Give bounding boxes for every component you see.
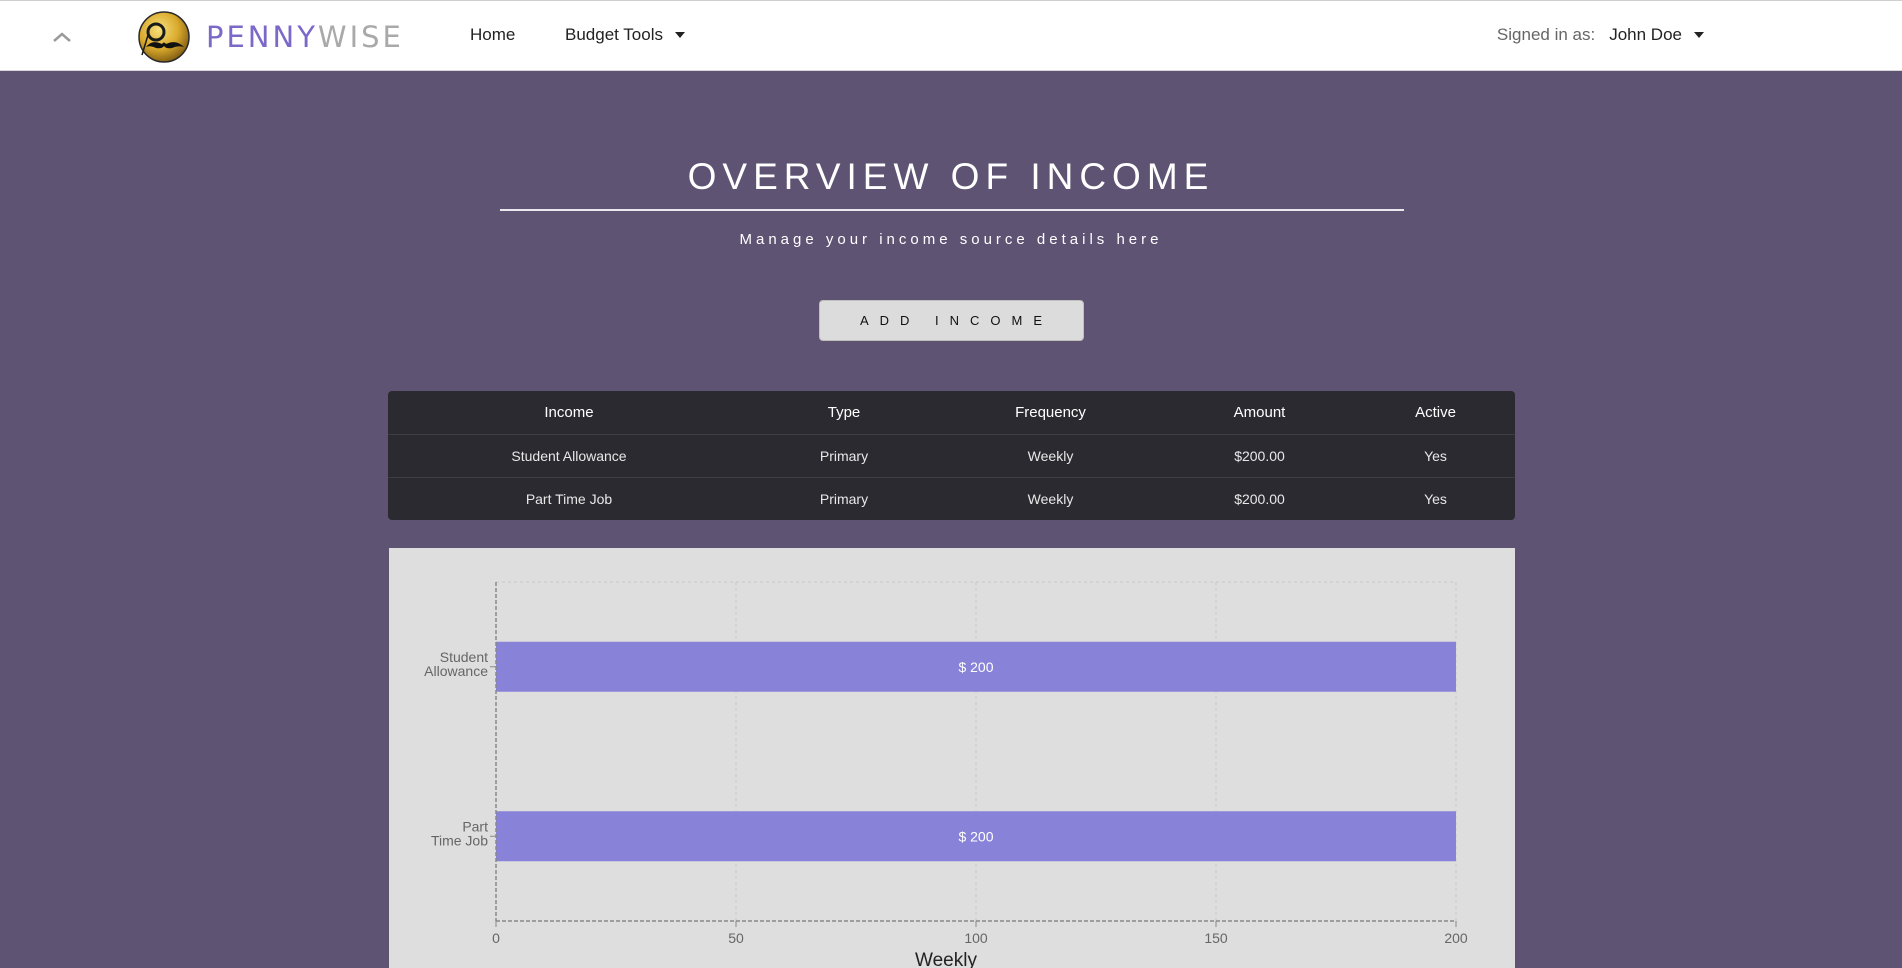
table-row[interactable]: Part Time Job Primary Weekly $200.00 Yes <box>388 477 1515 520</box>
income-table: Income Type Frequency Amount Active Stud… <box>388 391 1515 520</box>
cell-amount: $200.00 <box>1234 447 1285 464</box>
brand-name: PENNYWISE <box>206 20 404 54</box>
user-name: John Doe <box>1609 25 1682 44</box>
cell-active: Yes <box>1424 490 1447 507</box>
y-tick-label: Allowance <box>424 663 488 679</box>
cell-type: Primary <box>819 490 869 507</box>
column-header-active[interactable]: Active <box>1356 391 1515 434</box>
cell-frequency: Weekly <box>1027 447 1074 464</box>
signed-in-area: Signed in as: John Doe <box>1497 25 1704 45</box>
user-menu-dropdown[interactable]: John Doe <box>1609 25 1704 45</box>
top-navbar: PENNYWISE Home Budget Tools Signed in as… <box>0 0 1902 71</box>
table-header-row: Income Type Frequency Amount Active <box>388 391 1515 434</box>
cell-frequency: Weekly <box>1027 490 1074 507</box>
x-tick-label: 100 <box>964 930 988 946</box>
cell-active: Yes <box>1424 447 1447 464</box>
brand-name-part1: PENNY <box>206 20 318 54</box>
y-tick-label: Time Job <box>431 832 488 848</box>
income-chart-panel: $ 200 Student Allowance $ 200 Part Time Job 0 5… <box>389 548 1515 968</box>
column-header-income[interactable]: Income <box>388 391 750 434</box>
cell-income: Part Time Job <box>525 490 613 507</box>
x-axis-label: Weekly <box>915 950 977 968</box>
nav-home-link[interactable]: Home <box>470 25 515 45</box>
table-row[interactable]: Student Allowance Primary Weekly $200.00… <box>388 434 1515 477</box>
page-title: OVERVIEW OF INCOME <box>687 156 1215 197</box>
column-header-frequency[interactable]: Frequency <box>938 391 1163 434</box>
x-tick-label: 50 <box>728 930 744 946</box>
nav-budget-tools-dropdown[interactable]: Budget Tools <box>565 25 685 45</box>
x-tick-label: 150 <box>1204 930 1228 946</box>
signed-in-label: Signed in as: <box>1496 25 1596 44</box>
column-header-type[interactable]: Type <box>750 391 938 434</box>
cell-type: Primary <box>819 447 869 464</box>
x-tick-label: 200 <box>1444 930 1468 946</box>
brand-logo[interactable]: PENNYWISE <box>138 11 404 63</box>
bar-data-label: $ 200 <box>958 659 993 675</box>
chevron-up-icon <box>53 32 71 42</box>
x-tick-label: 0 <box>492 930 500 946</box>
income-bar-chart: $ 200StudentAllowance$ 200PartTime Job0 5… <box>424 581 1468 968</box>
collapse-button[interactable] <box>44 23 80 51</box>
brand-name-part2: WISE <box>317 20 404 54</box>
caret-down-icon <box>674 32 685 38</box>
caret-down-icon <box>1694 32 1704 38</box>
cell-income: Student Allowance <box>511 447 627 464</box>
nav-budget-tools-label: Budget Tools <box>565 25 663 44</box>
column-header-amount[interactable]: Amount <box>1163 391 1356 434</box>
title-divider <box>500 209 1404 211</box>
bar-data-label: $ 200 <box>958 828 993 844</box>
page-subtitle: Manage your income source details here <box>739 231 1163 248</box>
cell-amount: $200.00 <box>1234 490 1285 507</box>
add-income-button[interactable]: ADD INCOME <box>819 300 1084 341</box>
monocle-mustache-logo <box>138 11 190 63</box>
